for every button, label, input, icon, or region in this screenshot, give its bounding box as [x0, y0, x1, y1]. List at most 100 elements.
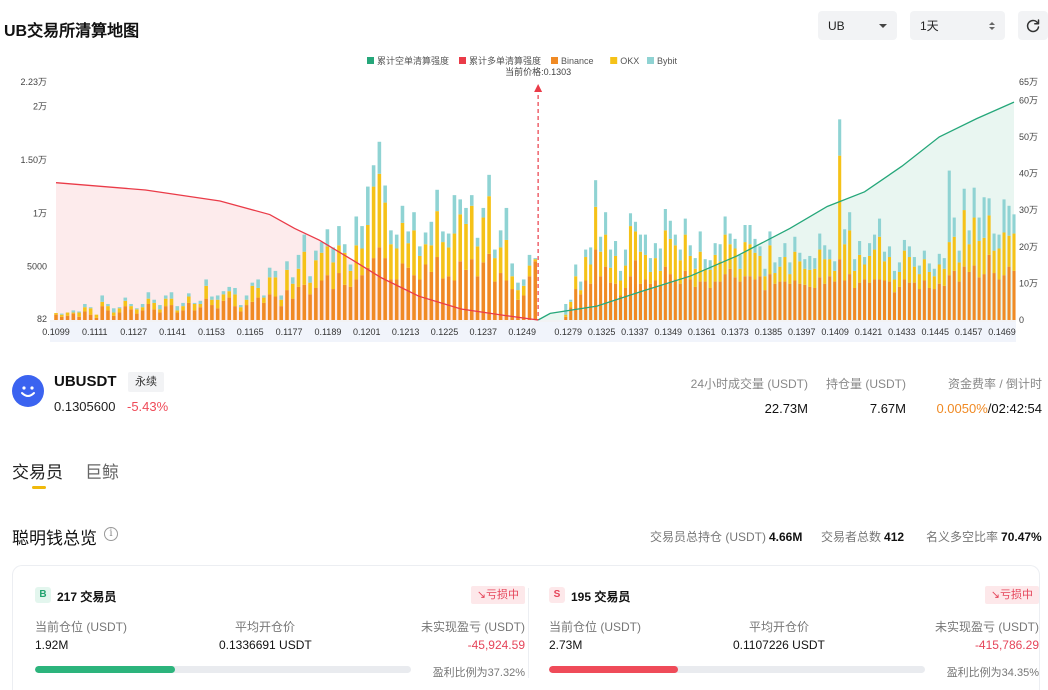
right-bar-okx-segment: [738, 268, 742, 282]
right-bar-binance-segment: [798, 283, 802, 320]
trader-count-label: 交易者总数: [821, 530, 882, 544]
left-bar-binance-segment: [331, 289, 335, 320]
right-bar-okx-segment: [743, 242, 747, 277]
right-bar-okx-segment: [962, 210, 966, 267]
left-bar-okx-segment: [296, 268, 301, 287]
left-bar-bybit-segment: [187, 293, 191, 297]
left-bar-bybit-segment: [135, 308, 139, 310]
right-bar-okx-segment: [937, 264, 941, 284]
right-bar-bybit-segment: [778, 257, 782, 267]
right-bar-binance-segment: [698, 281, 702, 320]
right-bar-okx-segment: [594, 206, 598, 250]
left-bar-okx-segment: [279, 299, 283, 307]
left-bar-binance-segment: [106, 310, 110, 320]
left-bar-binance-segment: [429, 271, 434, 320]
left-bar-bybit-segment: [308, 276, 312, 283]
left-bar-bybit-segment: [429, 221, 434, 246]
short-avg-price-value: 0.1107226 USDT: [733, 638, 825, 652]
trader-count-value: 412: [884, 530, 905, 544]
left-bar-okx-segment: [366, 225, 370, 268]
right-bar-binance-segment: [633, 260, 638, 320]
left-bar-binance-segment: [94, 317, 99, 320]
right-bar-okx-segment: [912, 266, 916, 283]
right-bar-okx-segment: [873, 249, 877, 280]
right-bar-okx-segment: [992, 250, 996, 274]
left-bar-bybit-segment: [481, 207, 486, 218]
coin-select[interactable]: UB: [818, 11, 897, 40]
volume-value: 22.73M: [764, 401, 808, 416]
x-tick-label: 0.1111: [82, 327, 108, 337]
right-bar-binance-segment: [718, 281, 722, 320]
chart-legend: 累计空单清算强度 累计多单清算强度 Binance OKX Bybit: [367, 55, 678, 66]
short-traders-panel: S 195 交易员 ↘亏损中 当前仓位 (USDT) 2.73M 平均开仓价 0…: [549, 566, 1039, 690]
left-bar-bybit-segment: [348, 264, 353, 271]
info-icon[interactable]: i: [104, 527, 118, 541]
left-bar-binance-segment: [314, 287, 318, 320]
left-bar-bybit-segment: [123, 297, 128, 301]
right-bar-bybit-segment: [783, 243, 787, 258]
right-bar-okx-segment: [633, 231, 638, 261]
right-bar-binance-segment: [977, 277, 981, 320]
left-bar-binance-segment: [83, 311, 87, 320]
right-bar-bybit-segment: [718, 244, 722, 262]
right-bar-bybit-segment: [788, 262, 792, 275]
left-bar-bybit-segment: [423, 232, 428, 245]
left-bar-bybit-segment: [106, 303, 110, 307]
right-bar-binance-segment: [768, 274, 772, 320]
left-bar-binance-segment: [88, 314, 93, 320]
tab-traders[interactable]: 交易员: [12, 458, 63, 483]
right-bar-bybit-segment: [698, 231, 702, 252]
long-traders-panel: B 217 交易员 ↘亏损中 当前仓位 (USDT) 1.92M 平均开仓价 0…: [35, 566, 525, 690]
short-badge: S: [549, 587, 565, 603]
left-bar-bybit-segment: [169, 292, 174, 299]
x-tick-label: 0.1249: [508, 327, 536, 337]
left-bar-bybit-segment: [181, 302, 185, 307]
right-bar-okx-segment: [673, 245, 677, 280]
left-bar-binance-segment: [464, 269, 468, 320]
right-bar-okx-segment: [693, 268, 697, 287]
right-bar-bybit-segment: [758, 246, 762, 256]
left-bar-binance-segment: [348, 286, 353, 320]
left-bar-okx-segment: [146, 298, 151, 304]
left-bar-binance-segment: [210, 305, 214, 320]
x-tick-label: 0.1225: [431, 327, 459, 337]
right-bar-okx-segment: [658, 270, 662, 285]
right-bar-binance-segment: [907, 282, 911, 320]
legend-label: 累计空单清算强度: [377, 55, 449, 66]
left-bar-binance-segment: [406, 267, 411, 320]
right-bar-bybit-segment: [643, 234, 647, 255]
right-bar-okx-segment: [853, 270, 857, 288]
left-bar-okx-segment: [331, 262, 335, 290]
refresh-button[interactable]: [1018, 11, 1048, 40]
left-bar-binance-segment: [290, 298, 295, 320]
tab-whales[interactable]: 巨鲸: [85, 458, 119, 483]
legend-swatch: [367, 57, 374, 64]
left-bar-okx-segment: [464, 223, 468, 270]
right-bar-okx-segment: [1012, 233, 1016, 271]
left-bar-okx-segment: [88, 308, 93, 315]
time-range-select[interactable]: 1天: [910, 11, 1005, 40]
left-bar-binance-segment: [221, 300, 226, 320]
left-bar-okx-segment: [452, 233, 457, 281]
long-short-ratio-summary: 名义多空比率 70.47%: [926, 528, 1042, 545]
right-bar-bybit-segment: [614, 241, 618, 256]
left-bar-binance-segment: [510, 289, 514, 320]
left-bar-binance-segment: [238, 311, 243, 320]
right-bar-bybit-segment: [987, 198, 991, 216]
time-range-value: 1天: [920, 19, 939, 33]
x-tick-label: 0.1397: [788, 327, 816, 337]
left-bar-bybit-segment: [238, 305, 243, 308]
right-bar-okx-segment: [892, 279, 897, 293]
right-bar-binance-segment: [897, 286, 901, 320]
right-bar-okx-segment: [763, 276, 767, 291]
right-bar-bybit-segment: [564, 303, 568, 315]
left-bar-binance-segment: [233, 306, 237, 320]
left-bar-okx-segment: [406, 243, 411, 268]
right-bar-binance-segment: [808, 286, 812, 320]
right-bar-binance-segment: [569, 307, 573, 320]
x-tick-label: 0.1445: [922, 327, 950, 337]
right-bar-binance-segment: [873, 279, 877, 320]
refresh-icon: [1026, 18, 1040, 32]
x-tick-label: 0.1153: [198, 327, 225, 337]
right-bar-bybit-segment: [912, 257, 916, 267]
